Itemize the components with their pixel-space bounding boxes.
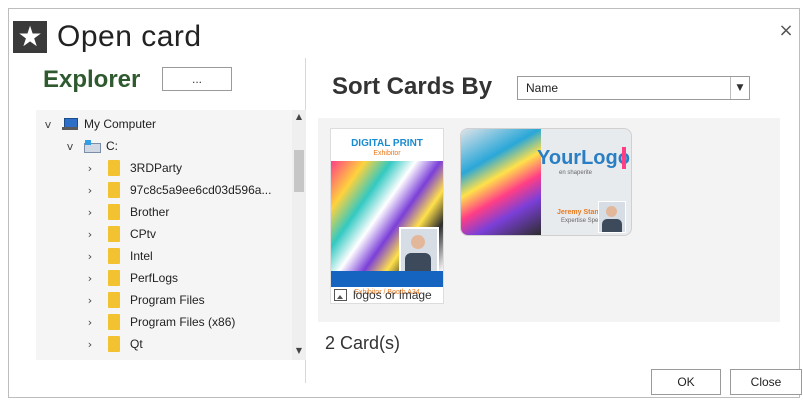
card-band (331, 271, 443, 287)
chevron-right-icon[interactable]: › (84, 184, 96, 197)
dialog-title: Open card (57, 20, 202, 53)
chevron-down-icon[interactable]: v (42, 118, 54, 131)
chevron-right-icon[interactable]: › (84, 162, 96, 175)
tree-item-folder[interactable]: › 97c8c5a9ee6cd03d596a... (84, 180, 271, 200)
folder-icon (108, 182, 120, 198)
tree-item-label: 97c8c5a9ee6cd03d596a... (130, 183, 272, 197)
folder-icon (108, 226, 120, 242)
sort-selected-value: Name (526, 81, 559, 95)
scroll-down-arrow-icon[interactable]: ▼ (292, 346, 306, 358)
browse-button[interactable]: ... (162, 67, 232, 91)
tree-item-folder[interactable]: › CPtv (84, 224, 156, 244)
drive-icon (84, 140, 101, 153)
chevron-right-icon[interactable]: › (84, 316, 96, 329)
chevron-down-icon[interactable]: v (64, 140, 76, 153)
tree-item-folder[interactable]: › Program Files (x86) (84, 312, 235, 332)
card-thumbnail-your-logo[interactable]: YourLogo en shaperite Jeremy Standard Ex… (460, 128, 632, 236)
card-logo-subtext: en shaperite (559, 170, 593, 176)
folder-icon (108, 314, 120, 330)
folder-tree[interactable]: v My Computer v C: › 3RDParty › 97c8c5a9… (36, 110, 292, 360)
tree-item-label: Intel (130, 249, 153, 263)
scroll-thumb[interactable] (294, 150, 304, 192)
computer-icon (62, 118, 78, 130)
tree-item-label: Brother (130, 205, 170, 219)
title-bar: ★ Open card (13, 17, 202, 57)
card-thumbnail-digital-print[interactable]: DIGITAL PRINT Exhibitor Exhibitor / Boot… (330, 128, 444, 304)
tree-item-label: Program Files (x86) (130, 315, 236, 329)
scroll-up-arrow-icon[interactable]: ▲ (292, 112, 306, 124)
folder-icon (108, 292, 120, 308)
tree-item-my-computer[interactable]: v My Computer (42, 114, 156, 134)
folder-icon (108, 336, 120, 352)
person-photo (399, 227, 439, 275)
tree-item-folder[interactable]: › Intel (84, 246, 153, 266)
card-subtitle: Exhibitor (373, 150, 401, 157)
folder-icon (108, 160, 120, 176)
chevron-right-icon[interactable]: › (84, 250, 96, 263)
folder-icon (108, 270, 120, 286)
folder-icon (108, 248, 120, 264)
tree-item-label: My Computer (84, 117, 157, 131)
card-count: 2 Card(s) (325, 333, 401, 353)
accent-bar (622, 147, 626, 169)
card-title: DIGITAL PRINT (351, 138, 423, 149)
chevron-right-icon[interactable]: › (84, 206, 96, 219)
chevron-right-icon[interactable]: › (84, 272, 96, 285)
card-caption: logos or image (334, 288, 432, 302)
tree-item-label: PerfLogs (130, 271, 179, 285)
tree-item-folder[interactable]: › Qt (84, 334, 143, 354)
chevron-right-icon[interactable]: › (84, 338, 96, 351)
chevron-right-icon[interactable]: › (84, 228, 96, 241)
tree-item-label: Program Files (130, 293, 205, 307)
close-button[interactable]: Close (730, 369, 802, 395)
card-caption-text: logos or image (353, 288, 432, 302)
chevron-down-icon[interactable]: ▼ (730, 77, 749, 99)
tree-item-c-drive[interactable]: v C: (64, 136, 118, 156)
tree-item-folder[interactable]: › 3RDParty (84, 158, 182, 178)
tree-item-label: CPtv (130, 227, 157, 241)
person-photo (598, 201, 626, 233)
image-icon (334, 289, 347, 301)
chevron-right-icon[interactable]: › (84, 294, 96, 307)
tree-item-folder[interactable]: › PerfLogs (84, 268, 178, 288)
card-logo-text: YourLogo (537, 147, 630, 169)
explorer-label: Explorer (43, 66, 141, 93)
ok-button[interactable]: OK (651, 369, 721, 395)
tree-item-folder[interactable]: › Brother (84, 202, 169, 222)
star-icon: ★ (13, 21, 47, 53)
close-icon[interactable]: × (775, 19, 797, 41)
tree-item-label: C: (106, 139, 118, 153)
folder-icon (108, 204, 120, 220)
tree-scrollbar[interactable]: ▲ ▼ (292, 110, 306, 360)
sort-cards-label: Sort Cards By (332, 73, 493, 100)
sort-select[interactable]: Name ▼ (517, 76, 750, 100)
tree-item-label: 3RDParty (130, 161, 183, 175)
tree-item-label: Qt (130, 337, 143, 351)
tree-item-folder[interactable]: › Program Files (84, 290, 205, 310)
card-artwork (461, 129, 541, 235)
